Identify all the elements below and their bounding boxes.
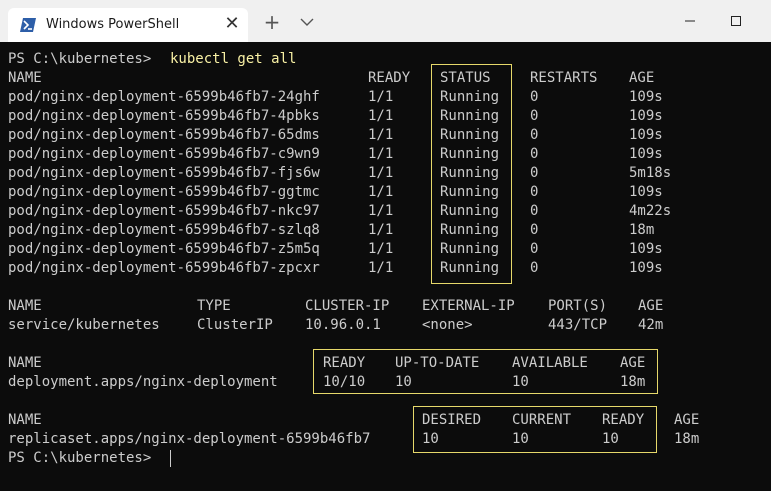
pod-row-4-cell-1: 1/1 — [368, 165, 394, 181]
chevron-down-icon[interactable] — [298, 12, 316, 32]
maximize-icon[interactable] — [726, 10, 746, 30]
service-row-0-cell-5: 42m — [638, 317, 664, 333]
pod-row-4-cell-0: pod/nginx-deployment-6599b46fb7-fjs6w — [8, 165, 320, 181]
pod-row-1-cell-4: 109s — [629, 108, 663, 124]
deployment-header-name: NAME — [8, 355, 42, 371]
service-row-0-cell-4: 443/TCP — [548, 317, 608, 333]
terminal-output[interactable]: PS C:\kubernetes> kubectl get all NAME REA… — [0, 42, 771, 491]
pod-row-8-cell-4: 109s — [629, 241, 663, 257]
replicaset-row-0-cell-4: 18m — [674, 431, 700, 447]
pod-row-3-cell-0: pod/nginx-deployment-6599b46fb7-c9wn9 — [8, 146, 320, 162]
pod-row-9-cell-1: 1/1 — [368, 260, 394, 276]
new-tab-button[interactable]: + — [262, 12, 282, 32]
pod-row-8-cell-0: pod/nginx-deployment-6599b46fb7-z5m5q — [8, 241, 320, 257]
tab-windows-powershell[interactable]: Windows PowerShell ✕ — [8, 8, 248, 42]
pod-header-ready: READY — [368, 70, 411, 86]
pod-row-0-cell-4: 109s — [629, 89, 663, 105]
command: kubectl get all — [170, 51, 297, 67]
pod-row-7-cell-3: 0 — [530, 222, 539, 238]
service-row-0-cell-2: 10.96.0.1 — [305, 317, 381, 333]
pod-row-3-cell-3: 0 — [530, 146, 539, 162]
pod-row-5-cell-4: 109s — [629, 184, 663, 200]
status-column-highlight — [431, 64, 512, 284]
service-header-cluster-ip: CLUSTER-IP — [305, 298, 390, 314]
pod-header-name: NAME — [8, 70, 42, 86]
pod-row-7-cell-0: pod/nginx-deployment-6599b46fb7-szlq8 — [8, 222, 320, 238]
pod-row-5-cell-0: pod/nginx-deployment-6599b46fb7-ggtmc — [8, 184, 320, 200]
service-header-port-s: PORT(S) — [548, 298, 608, 314]
pod-row-6-cell-3: 0 — [530, 203, 539, 219]
service-row-0-cell-0: service/kubernetes — [8, 317, 160, 333]
tab-title: Windows PowerShell — [46, 17, 180, 32]
pod-row-2-cell-3: 0 — [530, 127, 539, 143]
pod-row-0-cell-1: 1/1 — [368, 89, 394, 105]
service-header-name: NAME — [8, 298, 42, 314]
pod-row-5-cell-3: 0 — [530, 184, 539, 200]
pod-row-6-cell-1: 1/1 — [368, 203, 394, 219]
service-header-type: TYPE — [197, 298, 231, 314]
pod-row-7-cell-1: 1/1 — [368, 222, 394, 238]
prompt: PS C:\kubernetes> — [8, 51, 160, 67]
pod-header-age: AGE — [629, 70, 655, 86]
replicaset-header-age: AGE — [674, 412, 700, 428]
pod-row-2-cell-4: 109s — [629, 127, 663, 143]
deployment-row-0-cell-0: deployment.apps/nginx-deployment — [8, 374, 278, 390]
minimize-icon[interactable] — [680, 10, 700, 30]
replicaset-header-name: NAME — [8, 412, 42, 428]
pod-row-2-cell-1: 1/1 — [368, 127, 394, 143]
service-header-external-ip: EXTERNAL-IP — [422, 298, 515, 314]
pod-header-restarts: RESTARTS — [530, 70, 598, 86]
pod-row-0-cell-0: pod/nginx-deployment-6599b46fb7-24ghf — [8, 89, 320, 105]
pod-row-0-cell-3: 0 — [530, 89, 539, 105]
service-row-0-cell-1: ClusterIP — [197, 317, 273, 333]
pod-row-9-cell-4: 109s — [629, 260, 663, 276]
pod-row-1-cell-0: pod/nginx-deployment-6599b46fb7-4pbks — [8, 108, 320, 124]
pod-row-4-cell-3: 0 — [530, 165, 539, 181]
pod-row-7-cell-4: 18m — [629, 222, 655, 238]
text-cursor — [170, 450, 171, 467]
service-header-age: AGE — [638, 298, 664, 314]
final-prompt: PS C:\kubernetes> — [8, 450, 160, 466]
pod-row-9-cell-0: pod/nginx-deployment-6599b46fb7-zpcxr — [8, 260, 320, 276]
pod-row-6-cell-4: 4m22s — [629, 203, 672, 219]
close-tab-icon[interactable]: ✕ — [222, 13, 242, 35]
replicaset-status-highlight — [413, 406, 657, 453]
pod-row-6-cell-0: pod/nginx-deployment-6599b46fb7-nkc97 — [8, 203, 320, 219]
pod-row-1-cell-3: 0 — [530, 108, 539, 124]
title-bar: Windows PowerShell ✕ + — [0, 0, 771, 42]
pod-row-8-cell-3: 0 — [530, 241, 539, 257]
pod-row-3-cell-4: 109s — [629, 146, 663, 162]
deployment-status-highlight — [313, 349, 658, 394]
pod-row-2-cell-0: pod/nginx-deployment-6599b46fb7-65dms — [8, 127, 320, 143]
pod-row-5-cell-1: 1/1 — [368, 184, 394, 200]
pod-row-1-cell-1: 1/1 — [368, 108, 394, 124]
service-row-0-cell-3: <none> — [422, 317, 473, 333]
powershell-icon — [20, 18, 36, 32]
pod-row-3-cell-1: 1/1 — [368, 146, 394, 162]
replicaset-row-0-cell-0: replicaset.apps/nginx-deployment-6599b46… — [8, 431, 371, 447]
pod-row-4-cell-4: 5m18s — [629, 165, 672, 181]
pod-row-8-cell-1: 1/1 — [368, 241, 394, 257]
pod-row-9-cell-3: 0 — [530, 260, 539, 276]
